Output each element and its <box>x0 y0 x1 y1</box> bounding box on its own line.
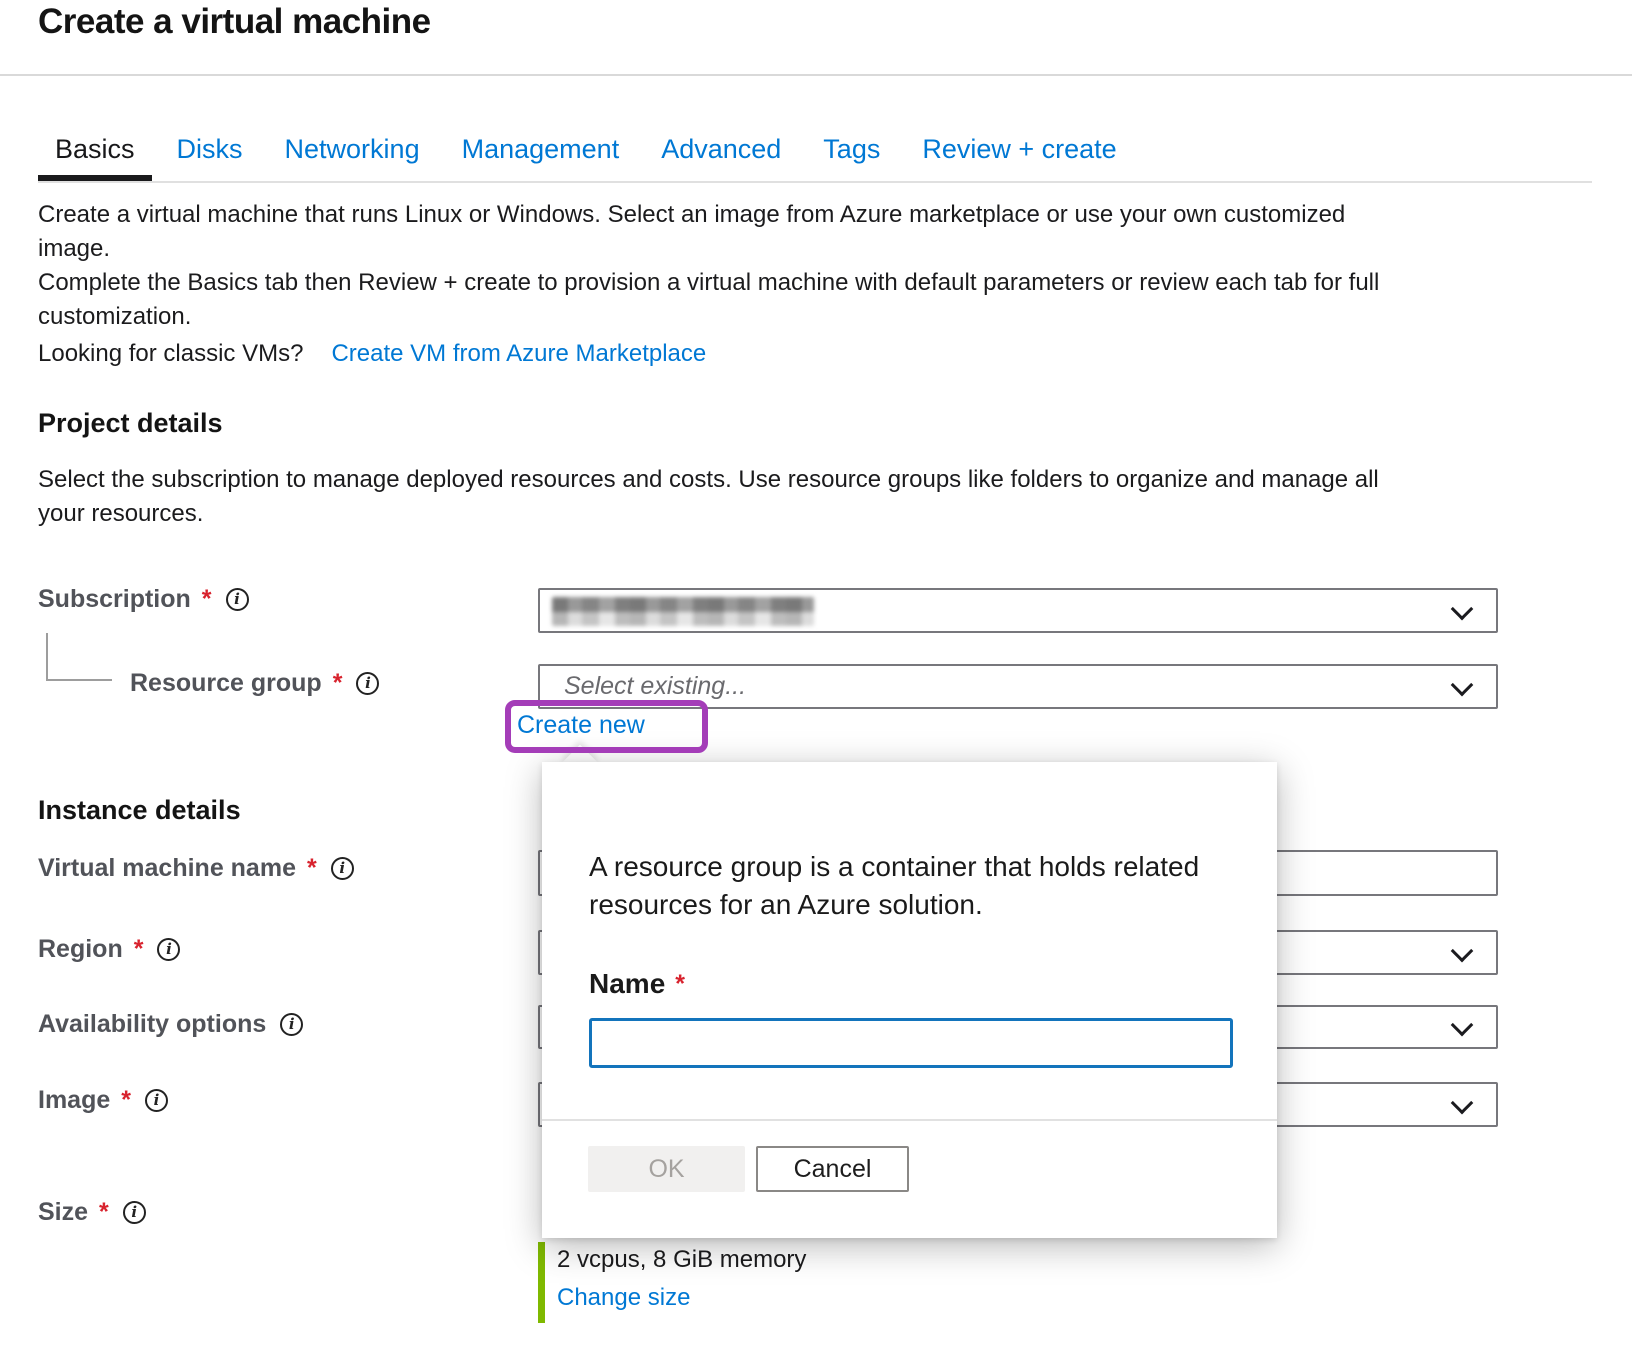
subscription-child-connector-vertical <box>46 633 48 681</box>
dialog-footer-divider <box>542 1119 1277 1121</box>
chevron-down-icon <box>1451 597 1474 620</box>
tab-disks[interactable]: Disks <box>160 124 260 181</box>
tab-review-create[interactable]: Review + create <box>905 124 1133 181</box>
header-divider <box>0 74 1632 76</box>
tab-management[interactable]: Management <box>445 124 637 181</box>
classic-vms-row: Looking for classic VMs? Create VM from … <box>38 340 706 368</box>
vm-name-label-row: Virtual machine name * i <box>38 853 354 883</box>
tab-tags[interactable]: Tags <box>806 124 897 181</box>
required-marker: * <box>119 1086 131 1115</box>
info-icon[interactable]: i <box>331 857 354 880</box>
required-marker: * <box>200 585 212 614</box>
info-icon[interactable]: i <box>157 938 180 961</box>
intro-text: Create a virtual machine that runs Linux… <box>38 198 1379 334</box>
subscription-label-row: Subscription * i <box>38 584 249 614</box>
subscription-dropdown[interactable] <box>538 588 1498 633</box>
info-icon[interactable]: i <box>356 672 379 695</box>
vm-name-label: Virtual machine name <box>38 854 296 883</box>
change-size-link[interactable]: Change size <box>557 1284 690 1312</box>
required-marker: * <box>305 854 317 883</box>
subscription-child-connector-horizontal <box>46 679 112 681</box>
size-selection-bar <box>538 1242 545 1323</box>
resource-group-label-row: Resource group * i <box>130 668 379 698</box>
subscription-value-redacted <box>552 597 814 626</box>
tab-bar: Basics Disks Networking Management Advan… <box>38 124 1134 181</box>
info-icon[interactable]: i <box>226 588 249 611</box>
page-title: Create a virtual machine <box>38 2 431 42</box>
dialog-description: A resource group is a container that hol… <box>589 848 1199 924</box>
chevron-down-icon <box>1451 673 1474 696</box>
ok-button[interactable]: OK <box>588 1146 745 1192</box>
resource-group-label: Resource group <box>130 669 322 698</box>
size-value: 2 vcpus, 8 GiB memory <box>557 1246 806 1274</box>
dialog-name-label: Name <box>589 968 665 1000</box>
tab-networking[interactable]: Networking <box>268 124 437 181</box>
chevron-down-icon <box>1451 1091 1474 1114</box>
dialog-name-label-row: Name * <box>589 968 685 1000</box>
info-icon[interactable]: i <box>280 1013 303 1036</box>
tab-bar-divider <box>38 181 1592 183</box>
cancel-button[interactable]: Cancel <box>756 1146 909 1192</box>
classic-vms-prompt: Looking for classic VMs? <box>38 340 303 368</box>
required-marker: * <box>673 970 685 999</box>
chevron-down-icon <box>1451 1014 1474 1037</box>
size-label-row: Size * i <box>38 1197 146 1227</box>
chevron-down-icon <box>1451 939 1474 962</box>
create-resource-group-dialog: A resource group is a container that hol… <box>542 762 1277 1238</box>
image-label: Image <box>38 1086 110 1115</box>
tab-basics[interactable]: Basics <box>38 124 152 181</box>
availability-options-label-row: Availability options i <box>38 1009 303 1039</box>
create-vm-page: Create a virtual machine Basics Disks Ne… <box>0 0 1632 1368</box>
resource-group-placeholder: Select existing... <box>564 671 746 700</box>
instance-details-heading: Instance details <box>38 795 241 826</box>
info-icon[interactable]: i <box>145 1089 168 1112</box>
tab-advanced[interactable]: Advanced <box>644 124 798 181</box>
create-new-resource-group-link[interactable]: Create new <box>517 711 645 740</box>
project-details-heading: Project details <box>38 408 223 439</box>
create-vm-marketplace-link[interactable]: Create VM from Azure Marketplace <box>331 340 706 368</box>
region-label-row: Region * i <box>38 934 180 964</box>
project-details-description: Select the subscription to manage deploy… <box>38 463 1379 531</box>
image-label-row: Image * i <box>38 1085 168 1115</box>
required-marker: * <box>97 1198 109 1227</box>
required-marker: * <box>132 935 144 964</box>
availability-options-label: Availability options <box>38 1010 266 1039</box>
required-marker: * <box>331 669 343 698</box>
subscription-label: Subscription <box>38 585 191 614</box>
size-label: Size <box>38 1198 88 1227</box>
resource-group-name-input[interactable] <box>589 1018 1233 1068</box>
region-label: Region <box>38 935 123 964</box>
info-icon[interactable]: i <box>123 1201 146 1224</box>
